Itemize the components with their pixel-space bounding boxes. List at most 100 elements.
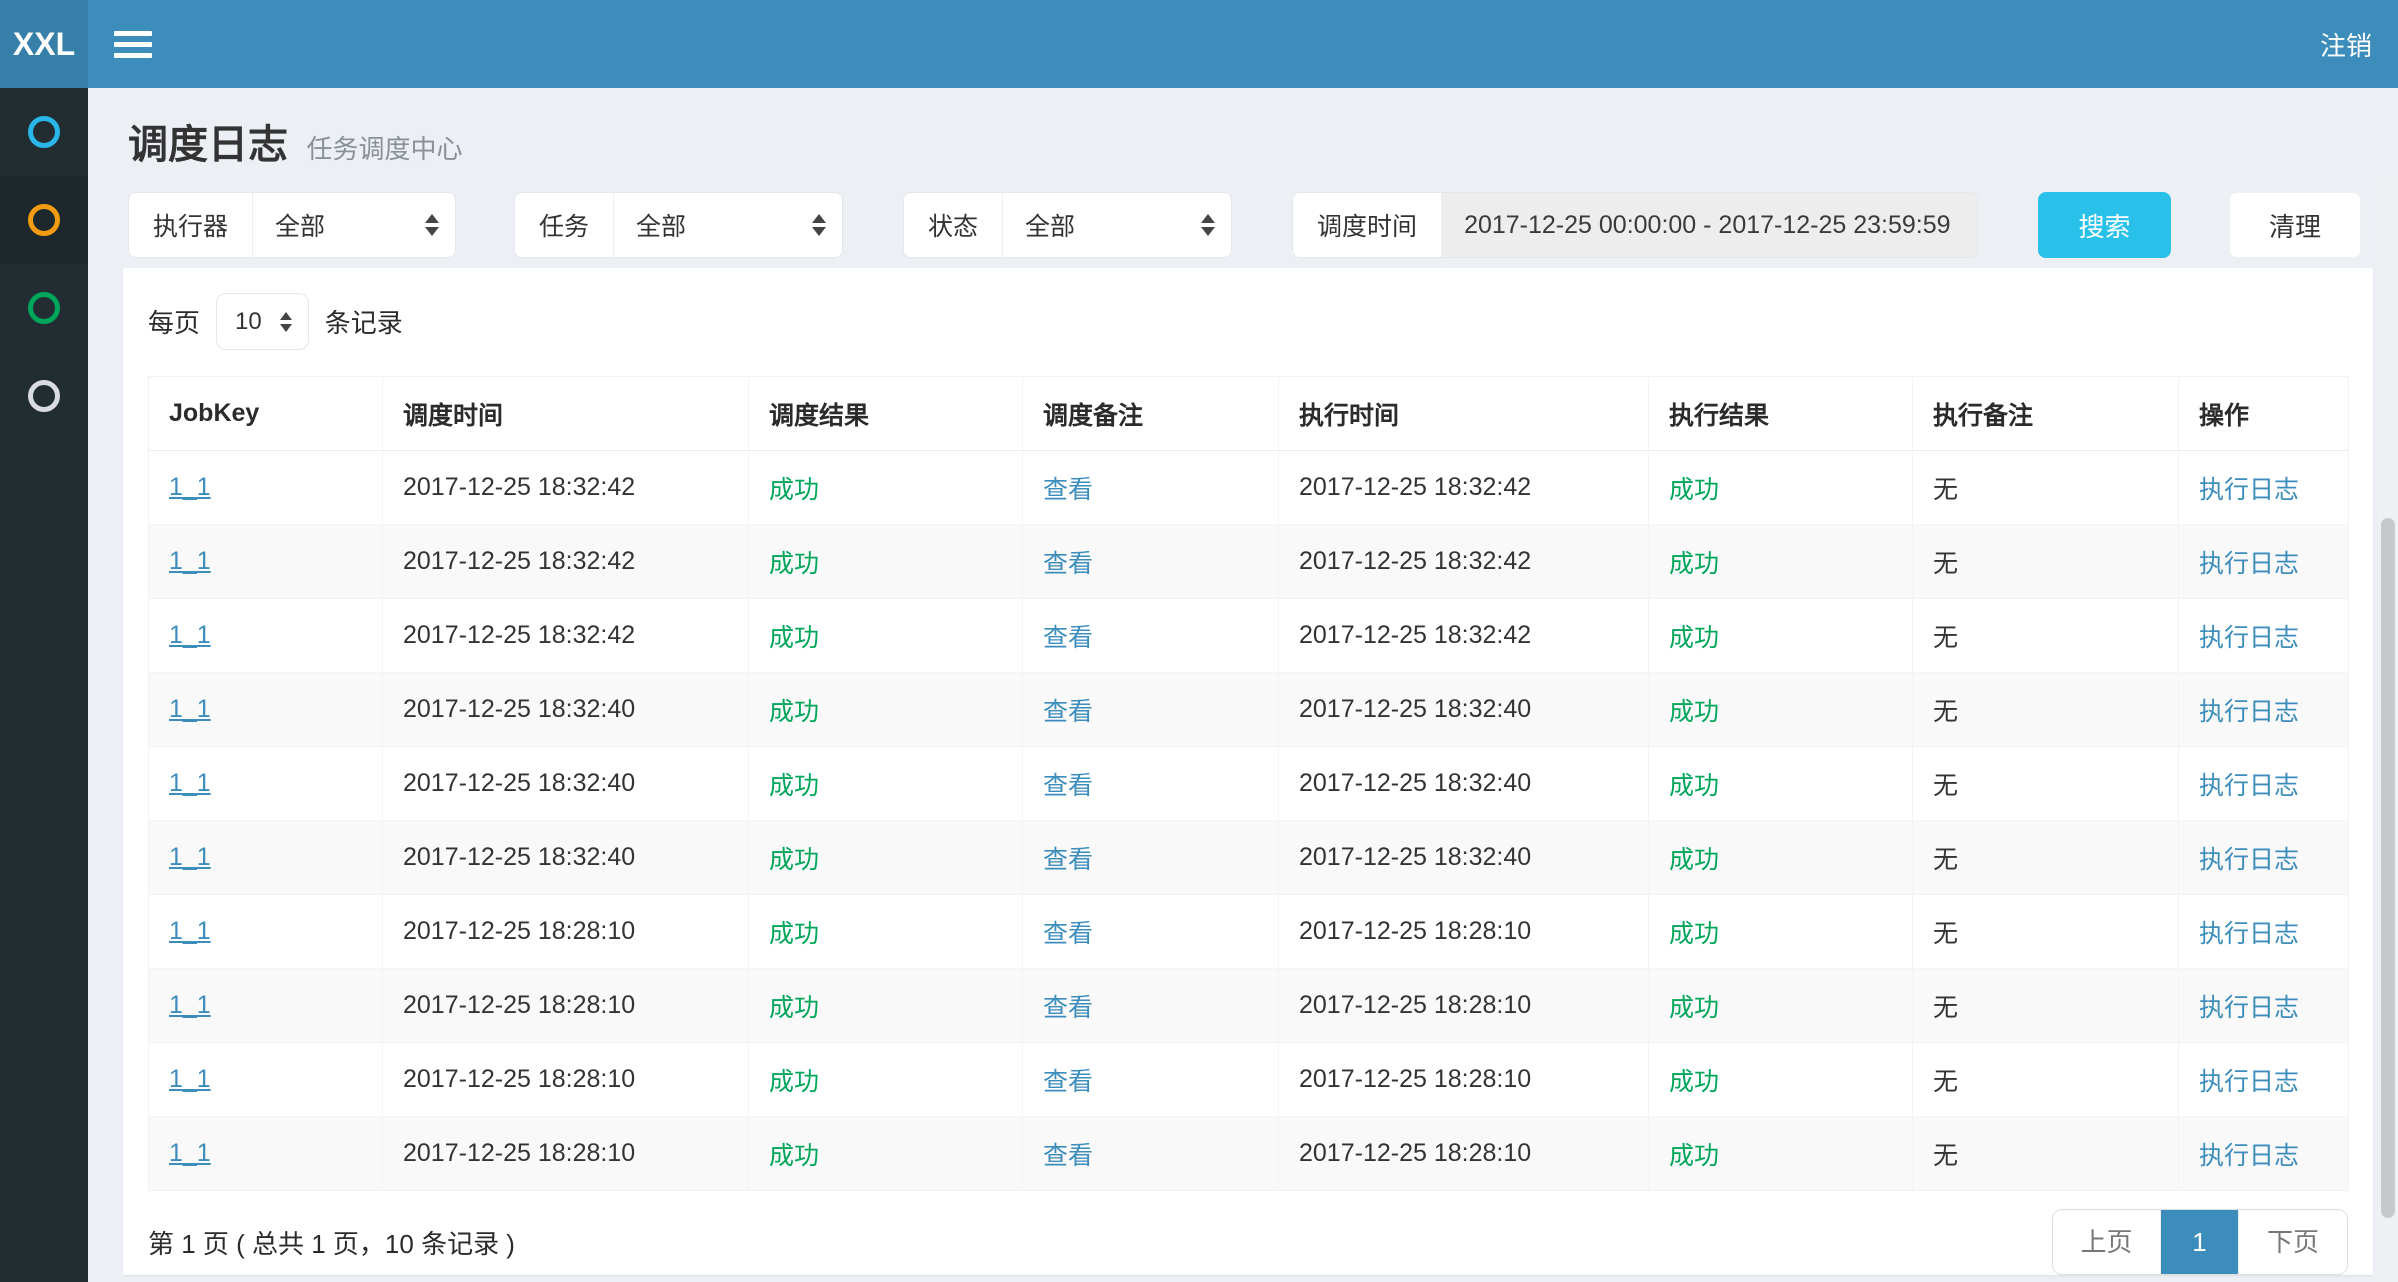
trigger-msg-view-link[interactable]: 查看 [1043,698,1093,726]
status-filter-label: 状态 [904,193,1003,257]
table-row: 1_1 2017-12-25 18:32:40 成功 查看 2017-12-25… [149,747,2349,821]
handle-result-text: 成功 [1669,846,1719,874]
trigger-msg-view-link[interactable]: 查看 [1043,1142,1093,1170]
col-trigger-result: 调度结果 [749,377,1023,451]
trigger-msg-view-link[interactable]: 查看 [1043,772,1093,800]
sidebar-item-4[interactable] [0,352,88,440]
logout-link[interactable]: 注销 [2294,0,2398,88]
circle-icon [28,116,60,148]
search-button[interactable]: 搜索 [2038,192,2171,258]
handle-result-text: 成功 [1669,1068,1719,1096]
trigger-msg-view-link[interactable]: 查看 [1043,846,1093,874]
jobkey-link[interactable]: 1_1 [169,917,211,945]
col-handle-result: 执行结果 [1649,377,1913,451]
execution-log-link[interactable]: 执行日志 [2199,772,2299,800]
executor-filter-select[interactable]: 全部 [253,193,455,257]
trigger-time-cell: 2017-12-25 18:28:10 [383,1117,749,1191]
trigger-msg-view-link[interactable]: 查看 [1043,920,1093,948]
execution-log-link[interactable]: 执行日志 [2199,550,2299,578]
current-page-button[interactable]: 1 [2161,1210,2239,1274]
sidebar-item-2[interactable] [0,176,88,264]
handle-result-text: 成功 [1669,476,1719,504]
table-row: 1_1 2017-12-25 18:32:40 成功 查看 2017-12-25… [149,821,2349,895]
trigger-time-range-input[interactable]: 2017-12-25 00:00:00 - 2017-12-25 23:59:5… [1442,193,1977,257]
scrollbar-track[interactable] [2378,176,2398,1282]
select-arrows-icon [812,214,826,236]
trigger-msg-view-link[interactable]: 查看 [1043,994,1093,1022]
circle-icon [28,292,60,324]
select-arrows-icon [425,214,439,236]
log-panel: 每页 10 条记录 JobKey 调度时间 调度结果 调度备 [123,268,2373,1275]
handle-result-text: 成功 [1669,920,1719,948]
sidebar-item-3[interactable] [0,264,88,352]
jobkey-link[interactable]: 1_1 [169,547,211,575]
trigger-msg-view-link[interactable]: 查看 [1043,550,1093,578]
trigger-time-cell: 2017-12-25 18:28:10 [383,969,749,1043]
select-arrows-icon [280,312,292,332]
handle-time-cell: 2017-12-25 18:28:10 [1279,895,1649,969]
execution-log-link[interactable]: 执行日志 [2199,624,2299,652]
trigger-time-cell: 2017-12-25 18:28:10 [383,1043,749,1117]
jobkey-link[interactable]: 1_1 [169,1139,211,1167]
execution-log-link[interactable]: 执行日志 [2199,698,2299,726]
handle-result-text: 成功 [1669,550,1719,578]
sidebar-item-1[interactable] [0,88,88,176]
table-row: 1_1 2017-12-25 18:28:10 成功 查看 2017-12-25… [149,895,2349,969]
handle-time-cell: 2017-12-25 18:32:42 [1279,599,1649,673]
execution-log-link[interactable]: 执行日志 [2199,994,2299,1022]
col-handle-msg: 执行备注 [1913,377,2179,451]
trigger-result-text: 成功 [769,624,819,652]
col-action: 操作 [2179,377,2349,451]
jobkey-link[interactable]: 1_1 [169,991,211,1019]
trigger-msg-view-link[interactable]: 查看 [1043,624,1093,652]
hamburger-icon [114,31,152,58]
jobkey-link[interactable]: 1_1 [169,843,211,871]
handle-msg-cell: 无 [1913,525,2179,599]
jobkey-link[interactable]: 1_1 [169,769,211,797]
handle-result-text: 成功 [1669,624,1719,652]
navbar: 注销 [88,0,2398,88]
page-size-select[interactable]: 10 [216,293,309,350]
execution-log-link[interactable]: 执行日志 [2199,1068,2299,1096]
execution-log-link[interactable]: 执行日志 [2199,846,2299,874]
dispatch-log-table: JobKey 调度时间 调度结果 调度备注 执行时间 执行结果 执行备注 操作 [148,376,2349,1191]
trigger-msg-view-link[interactable]: 查看 [1043,476,1093,504]
job-filter-label: 任务 [515,193,614,257]
execution-log-link[interactable]: 执行日志 [2199,1142,2299,1170]
sidebar [0,88,88,1282]
jobkey-link[interactable]: 1_1 [169,1065,211,1093]
handle-time-cell: 2017-12-25 18:28:10 [1279,1117,1649,1191]
trigger-result-text: 成功 [769,846,819,874]
status-filter-select[interactable]: 全部 [1003,193,1231,257]
handle-time-cell: 2017-12-25 18:32:40 [1279,821,1649,895]
trigger-msg-view-link[interactable]: 查看 [1043,1068,1093,1096]
page-size-suffix-label: 条记录 [325,303,403,340]
handle-msg-cell: 无 [1913,673,2179,747]
trigger-time-cell: 2017-12-25 18:32:40 [383,747,749,821]
trigger-result-text: 成功 [769,772,819,800]
clear-button[interactable]: 清理 [2229,192,2361,258]
app-logo: XXL [0,0,88,88]
filter-bar: 执行器 全部 任务 全部 状态 全部 [128,192,2398,258]
trigger-time-cell: 2017-12-25 18:32:42 [383,451,749,525]
prev-page-button[interactable]: 上页 [2053,1210,2161,1274]
job-filter-select[interactable]: 全部 [614,193,842,257]
circle-icon [28,204,60,236]
next-page-button[interactable]: 下页 [2239,1210,2347,1274]
handle-time-cell: 2017-12-25 18:32:42 [1279,451,1649,525]
sidebar-toggle-button[interactable] [114,0,188,88]
table-row: 1_1 2017-12-25 18:32:40 成功 查看 2017-12-25… [149,673,2349,747]
handle-msg-cell: 无 [1913,599,2179,673]
table-row: 1_1 2017-12-25 18:32:42 成功 查看 2017-12-25… [149,599,2349,673]
execution-log-link[interactable]: 执行日志 [2199,476,2299,504]
handle-time-cell: 2017-12-25 18:32:40 [1279,747,1649,821]
jobkey-link[interactable]: 1_1 [169,621,211,649]
jobkey-link[interactable]: 1_1 [169,473,211,501]
handle-msg-cell: 无 [1913,969,2179,1043]
job-filter-group: 任务 全部 [514,192,843,258]
jobkey-link[interactable]: 1_1 [169,695,211,723]
scrollbar-thumb[interactable] [2381,518,2395,1218]
handle-msg-cell: 无 [1913,821,2179,895]
table-row: 1_1 2017-12-25 18:28:10 成功 查看 2017-12-25… [149,1043,2349,1117]
execution-log-link[interactable]: 执行日志 [2199,920,2299,948]
